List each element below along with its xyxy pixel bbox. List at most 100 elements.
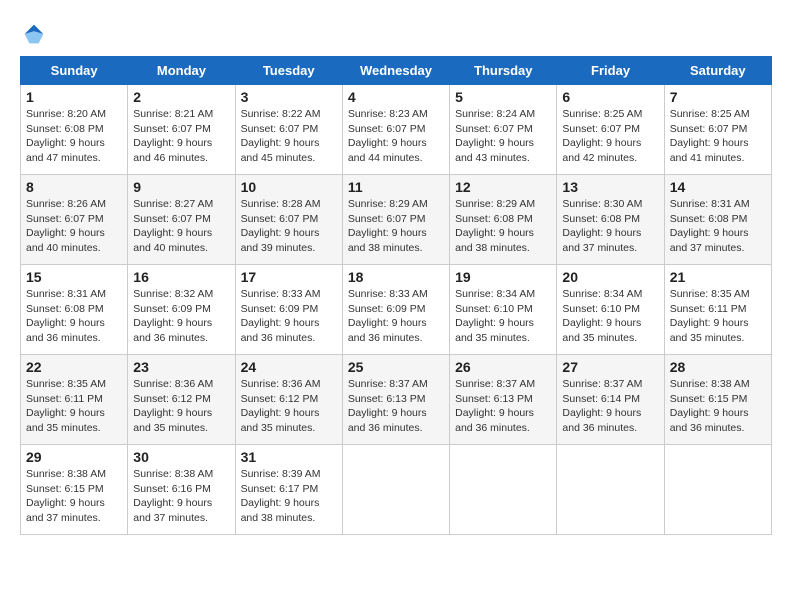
- day-number: 1: [26, 89, 122, 105]
- day-number: 18: [348, 269, 444, 285]
- day-number: 31: [241, 449, 337, 465]
- day-number: 30: [133, 449, 229, 465]
- day-number: 16: [133, 269, 229, 285]
- calendar-cell: 10 Sunrise: 8:28 AMSunset: 6:07 PMDaylig…: [235, 175, 342, 265]
- calendar-cell: 4 Sunrise: 8:23 AMSunset: 6:07 PMDayligh…: [342, 85, 449, 175]
- day-number: 23: [133, 359, 229, 375]
- calendar-cell: 17 Sunrise: 8:33 AMSunset: 6:09 PMDaylig…: [235, 265, 342, 355]
- day-info: Sunrise: 8:36 AMSunset: 6:12 PMDaylight:…: [133, 378, 213, 434]
- calendar-cell: 30 Sunrise: 8:38 AMSunset: 6:16 PMDaylig…: [128, 445, 235, 535]
- header-sunday: Sunday: [21, 57, 128, 85]
- week-row-1: 1 Sunrise: 8:20 AMSunset: 6:08 PMDayligh…: [21, 85, 772, 175]
- day-info: Sunrise: 8:24 AMSunset: 6:07 PMDaylight:…: [455, 108, 535, 164]
- day-number: 3: [241, 89, 337, 105]
- day-number: 6: [562, 89, 658, 105]
- day-info: Sunrise: 8:31 AMSunset: 6:08 PMDaylight:…: [26, 288, 106, 344]
- calendar-cell: 25 Sunrise: 8:37 AMSunset: 6:13 PMDaylig…: [342, 355, 449, 445]
- day-info: Sunrise: 8:37 AMSunset: 6:13 PMDaylight:…: [348, 378, 428, 434]
- header-tuesday: Tuesday: [235, 57, 342, 85]
- day-number: 17: [241, 269, 337, 285]
- calendar-cell: [557, 445, 664, 535]
- calendar-cell: 9 Sunrise: 8:27 AMSunset: 6:07 PMDayligh…: [128, 175, 235, 265]
- day-info: Sunrise: 8:20 AMSunset: 6:08 PMDaylight:…: [26, 108, 106, 164]
- day-info: Sunrise: 8:27 AMSunset: 6:07 PMDaylight:…: [133, 198, 213, 254]
- day-number: 9: [133, 179, 229, 195]
- calendar-cell: 21 Sunrise: 8:35 AMSunset: 6:11 PMDaylig…: [664, 265, 771, 355]
- calendar-cell: 14 Sunrise: 8:31 AMSunset: 6:08 PMDaylig…: [664, 175, 771, 265]
- calendar-cell: 2 Sunrise: 8:21 AMSunset: 6:07 PMDayligh…: [128, 85, 235, 175]
- day-info: Sunrise: 8:34 AMSunset: 6:10 PMDaylight:…: [562, 288, 642, 344]
- day-info: Sunrise: 8:37 AMSunset: 6:13 PMDaylight:…: [455, 378, 535, 434]
- day-number: 5: [455, 89, 551, 105]
- day-info: Sunrise: 8:32 AMSunset: 6:09 PMDaylight:…: [133, 288, 213, 344]
- day-number: 19: [455, 269, 551, 285]
- day-info: Sunrise: 8:31 AMSunset: 6:08 PMDaylight:…: [670, 198, 750, 254]
- calendar-cell: [664, 445, 771, 535]
- day-number: 24: [241, 359, 337, 375]
- day-info: Sunrise: 8:39 AMSunset: 6:17 PMDaylight:…: [241, 468, 321, 524]
- calendar-cell: 8 Sunrise: 8:26 AMSunset: 6:07 PMDayligh…: [21, 175, 128, 265]
- calendar-cell: 7 Sunrise: 8:25 AMSunset: 6:07 PMDayligh…: [664, 85, 771, 175]
- calendar-cell: 1 Sunrise: 8:20 AMSunset: 6:08 PMDayligh…: [21, 85, 128, 175]
- day-info: Sunrise: 8:26 AMSunset: 6:07 PMDaylight:…: [26, 198, 106, 254]
- calendar-cell: 20 Sunrise: 8:34 AMSunset: 6:10 PMDaylig…: [557, 265, 664, 355]
- day-info: Sunrise: 8:30 AMSunset: 6:08 PMDaylight:…: [562, 198, 642, 254]
- calendar-cell: [342, 445, 449, 535]
- day-info: Sunrise: 8:36 AMSunset: 6:12 PMDaylight:…: [241, 378, 321, 434]
- calendar-cell: 12 Sunrise: 8:29 AMSunset: 6:08 PMDaylig…: [450, 175, 557, 265]
- logo-icon: [20, 20, 48, 48]
- calendar-cell: 5 Sunrise: 8:24 AMSunset: 6:07 PMDayligh…: [450, 85, 557, 175]
- day-info: Sunrise: 8:38 AMSunset: 6:15 PMDaylight:…: [26, 468, 106, 524]
- day-number: 27: [562, 359, 658, 375]
- week-row-4: 22 Sunrise: 8:35 AMSunset: 6:11 PMDaylig…: [21, 355, 772, 445]
- day-number: 12: [455, 179, 551, 195]
- calendar-cell: 29 Sunrise: 8:38 AMSunset: 6:15 PMDaylig…: [21, 445, 128, 535]
- calendar-cell: 19 Sunrise: 8:34 AMSunset: 6:10 PMDaylig…: [450, 265, 557, 355]
- calendar-cell: 22 Sunrise: 8:35 AMSunset: 6:11 PMDaylig…: [21, 355, 128, 445]
- day-number: 21: [670, 269, 766, 285]
- day-info: Sunrise: 8:38 AMSunset: 6:16 PMDaylight:…: [133, 468, 213, 524]
- page-header: [20, 20, 772, 48]
- day-number: 29: [26, 449, 122, 465]
- day-info: Sunrise: 8:33 AMSunset: 6:09 PMDaylight:…: [348, 288, 428, 344]
- day-number: 4: [348, 89, 444, 105]
- day-info: Sunrise: 8:25 AMSunset: 6:07 PMDaylight:…: [670, 108, 750, 164]
- header-thursday: Thursday: [450, 57, 557, 85]
- day-number: 2: [133, 89, 229, 105]
- calendar-cell: 13 Sunrise: 8:30 AMSunset: 6:08 PMDaylig…: [557, 175, 664, 265]
- calendar-cell: 6 Sunrise: 8:25 AMSunset: 6:07 PMDayligh…: [557, 85, 664, 175]
- day-info: Sunrise: 8:21 AMSunset: 6:07 PMDaylight:…: [133, 108, 213, 164]
- week-row-2: 8 Sunrise: 8:26 AMSunset: 6:07 PMDayligh…: [21, 175, 772, 265]
- day-info: Sunrise: 8:28 AMSunset: 6:07 PMDaylight:…: [241, 198, 321, 254]
- day-info: Sunrise: 8:25 AMSunset: 6:07 PMDaylight:…: [562, 108, 642, 164]
- day-number: 7: [670, 89, 766, 105]
- day-number: 25: [348, 359, 444, 375]
- day-info: Sunrise: 8:29 AMSunset: 6:08 PMDaylight:…: [455, 198, 535, 254]
- day-info: Sunrise: 8:23 AMSunset: 6:07 PMDaylight:…: [348, 108, 428, 164]
- header-saturday: Saturday: [664, 57, 771, 85]
- calendar-cell: 31 Sunrise: 8:39 AMSunset: 6:17 PMDaylig…: [235, 445, 342, 535]
- calendar-cell: 24 Sunrise: 8:36 AMSunset: 6:12 PMDaylig…: [235, 355, 342, 445]
- calendar-table: SundayMondayTuesdayWednesdayThursdayFrid…: [20, 56, 772, 535]
- calendar-cell: 28 Sunrise: 8:38 AMSunset: 6:15 PMDaylig…: [664, 355, 771, 445]
- day-number: 8: [26, 179, 122, 195]
- calendar-cell: [450, 445, 557, 535]
- calendar-cell: 27 Sunrise: 8:37 AMSunset: 6:14 PMDaylig…: [557, 355, 664, 445]
- header-friday: Friday: [557, 57, 664, 85]
- day-info: Sunrise: 8:34 AMSunset: 6:10 PMDaylight:…: [455, 288, 535, 344]
- day-info: Sunrise: 8:22 AMSunset: 6:07 PMDaylight:…: [241, 108, 321, 164]
- logo: [20, 20, 52, 48]
- calendar-cell: 26 Sunrise: 8:37 AMSunset: 6:13 PMDaylig…: [450, 355, 557, 445]
- day-number: 22: [26, 359, 122, 375]
- day-info: Sunrise: 8:38 AMSunset: 6:15 PMDaylight:…: [670, 378, 750, 434]
- day-number: 26: [455, 359, 551, 375]
- day-info: Sunrise: 8:33 AMSunset: 6:09 PMDaylight:…: [241, 288, 321, 344]
- day-number: 20: [562, 269, 658, 285]
- header-wednesday: Wednesday: [342, 57, 449, 85]
- calendar-cell: 16 Sunrise: 8:32 AMSunset: 6:09 PMDaylig…: [128, 265, 235, 355]
- calendar-cell: 23 Sunrise: 8:36 AMSunset: 6:12 PMDaylig…: [128, 355, 235, 445]
- week-row-5: 29 Sunrise: 8:38 AMSunset: 6:15 PMDaylig…: [21, 445, 772, 535]
- calendar-header-row: SundayMondayTuesdayWednesdayThursdayFrid…: [21, 57, 772, 85]
- calendar-cell: 15 Sunrise: 8:31 AMSunset: 6:08 PMDaylig…: [21, 265, 128, 355]
- day-info: Sunrise: 8:35 AMSunset: 6:11 PMDaylight:…: [670, 288, 750, 344]
